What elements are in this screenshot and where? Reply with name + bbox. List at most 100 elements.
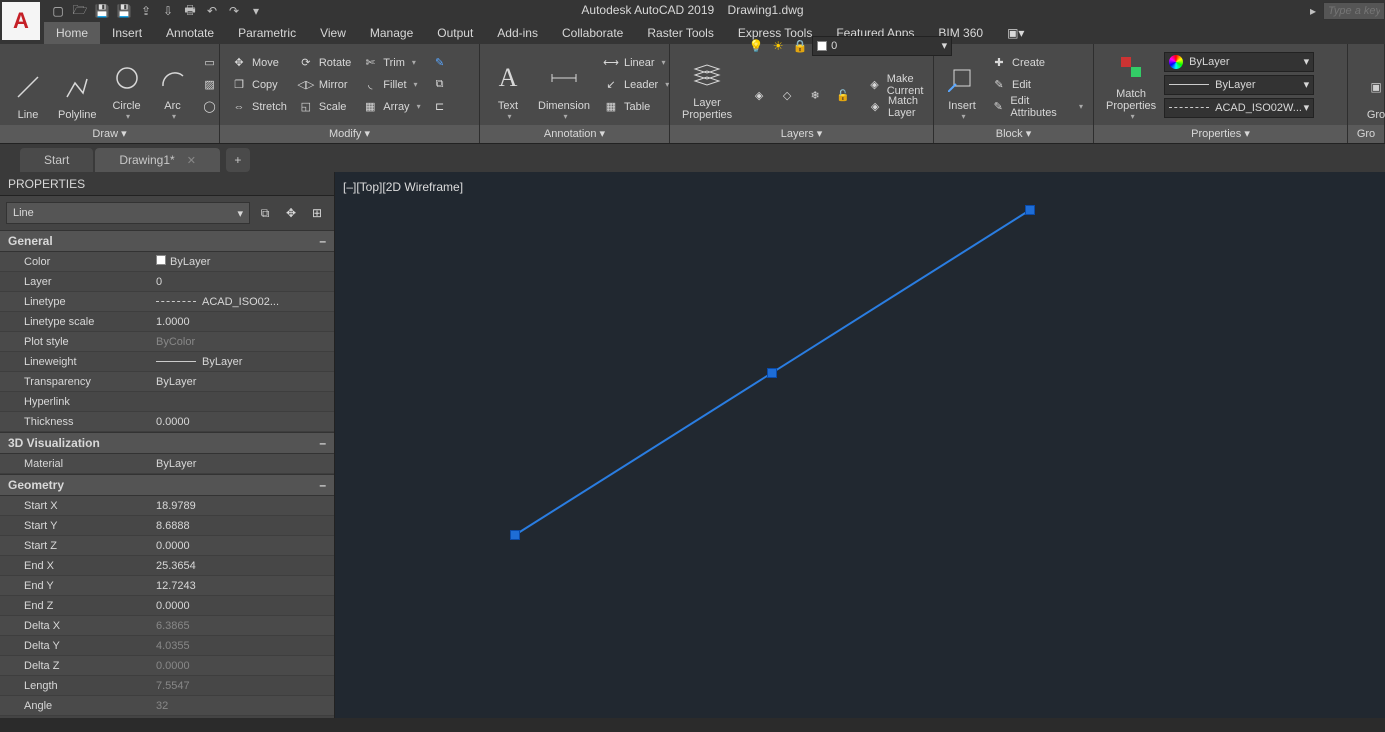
web-mobile-open-icon[interactable]: ⇩ [158,1,178,21]
prop-value[interactable]: 0.0000 [150,416,334,428]
prop-value[interactable]: 32 [150,700,334,712]
erase-button[interactable]: ✎ [427,52,453,74]
insert-button[interactable]: Insert [940,47,984,123]
close-tab-icon[interactable]: ✕ [187,154,196,167]
polyline-button[interactable]: Polyline [52,47,103,123]
prop-value[interactable]: 12.7243 [150,580,334,592]
prop-row[interactable]: TransparencyByLayer [0,372,334,392]
linetype-dropdown[interactable]: ACAD_ISO02W...▾ [1164,98,1314,118]
prop-value[interactable]: 25.3654 [150,560,334,572]
prop-value[interactable]: ByLayer [150,458,334,470]
layer-tool3[interactable]: ❄ [802,85,828,107]
prop-value[interactable]: ByLayer [150,356,334,368]
scale-button[interactable]: ◱Scale [293,96,355,118]
tab-collaborate[interactable]: Collaborate [550,22,635,44]
prop-row[interactable]: Delta Z0.0000 [0,656,334,676]
prop-row[interactable]: End X25.3654 [0,556,334,576]
drawing-tab[interactable]: Drawing1*✕ [95,148,220,172]
prop-row[interactable]: Start X18.9789 [0,496,334,516]
prop-row[interactable]: Hyperlink [0,392,334,412]
undo-icon[interactable]: ↶ [202,1,222,21]
line-end-grip[interactable] [1025,205,1035,215]
prop-row[interactable]: Start Y8.6888 [0,516,334,536]
draw-more3-button[interactable]: ◯ [197,96,223,118]
prop-value[interactable]: 8.6888 [150,520,334,532]
linear-button[interactable]: ⟷Linear [598,52,673,74]
properties-selection-dropdown[interactable]: Line▾ [6,202,250,224]
arc-button[interactable]: Arc [151,47,195,123]
layer-lock-icon[interactable]: 🔒 [790,36,810,56]
fillet-button[interactable]: ◟Fillet [357,74,424,96]
prop-value[interactable]: ByLayer [150,255,334,268]
color-dropdown[interactable]: ByLayer▾ [1164,52,1314,72]
tab-addins[interactable]: Add-ins [485,22,550,44]
prop-value[interactable]: 0.0000 [150,660,334,672]
prop-row[interactable]: Start Z0.0000 [0,536,334,556]
open-icon[interactable]: 🗁 [70,1,90,21]
redo-icon[interactable]: ↷ [224,1,244,21]
trim-button[interactable]: ✄Trim [357,52,424,74]
layerprops-button[interactable]: Layer Properties [676,47,738,123]
create-block-button[interactable]: ✚Create [986,52,1087,74]
prop-section-viz[interactable]: 3D Visualization– [0,432,334,454]
table-button[interactable]: ▦Table [598,96,673,118]
panel-block-title[interactable]: Block ▾ [934,125,1093,143]
prop-row[interactable]: Plot styleByColor [0,332,334,352]
tab-extra-icon[interactable]: ▣▾ [995,22,1036,44]
panel-draw-title[interactable]: Draw ▾ [0,125,219,143]
panel-properties-title[interactable]: Properties ▾ [1094,125,1347,143]
tab-annotate[interactable]: Annotate [154,22,226,44]
panel-groups-title[interactable]: Gro [1348,125,1384,143]
line-mid-grip[interactable] [767,368,777,378]
prop-value[interactable]: 18.9789 [150,500,334,512]
copy-button[interactable]: ❐Copy [226,74,291,96]
prop-row[interactable]: Layer0 [0,272,334,292]
selectobj-icon[interactable]: ⊞ [306,202,328,224]
prop-row[interactable]: ColorByLayer [0,252,334,272]
plot-icon[interactable]: 🖶 [180,1,200,21]
tab-home[interactable]: Home [44,22,100,44]
prop-value[interactable]: 0.0000 [150,600,334,612]
save-icon[interactable]: 💾 [92,1,112,21]
prop-row[interactable]: LinetypeACAD_ISO02... [0,292,334,312]
new-icon[interactable]: ▢ [48,1,68,21]
draw-more2-button[interactable]: ▨ [197,74,223,96]
explode-button[interactable]: ⧉ [427,74,453,96]
prop-value[interactable]: 0 [150,276,334,288]
search-input[interactable] [1323,2,1385,20]
text-button[interactable]: AText [486,47,530,123]
panel-annotation-title[interactable]: Annotation ▾ [480,125,669,143]
prop-section-geometry[interactable]: Geometry– [0,474,334,496]
prop-row[interactable]: MaterialByLayer [0,454,334,474]
prop-row[interactable]: Thickness0.0000 [0,412,334,432]
layer-freeze-icon[interactable]: ☀ [768,36,788,56]
prop-row[interactable]: Angle32 [0,696,334,716]
quickselect-icon[interactable]: ⧉ [254,202,276,224]
search-dropdown-icon[interactable]: ▸ [1303,1,1323,21]
qat-more-icon[interactable]: ▾ [246,1,266,21]
prop-value[interactable]: ACAD_ISO02... [150,296,334,308]
prop-row[interactable]: Delta Y4.0355 [0,636,334,656]
layer-tool2[interactable]: ◇ [774,85,800,107]
move-button[interactable]: ✥Move [226,52,291,74]
group-button[interactable]: ▣Gro [1354,47,1385,123]
tab-output[interactable]: Output [425,22,485,44]
tab-view[interactable]: View [308,22,358,44]
layer-dropdown[interactable]: 0▾ [812,36,952,56]
draw-more1-button[interactable]: ▭ [197,52,223,74]
viewport-label[interactable]: [–][Top][2D Wireframe] [343,180,463,194]
offset-button[interactable]: ⊏ [427,96,453,118]
tab-raster-tools[interactable]: Raster Tools [635,22,725,44]
prop-value[interactable]: 1.0000 [150,316,334,328]
array-button[interactable]: ▦Array [357,96,424,118]
tab-parametric[interactable]: Parametric [226,22,308,44]
prop-row[interactable]: Length7.5547 [0,676,334,696]
prop-value[interactable]: 0.0000 [150,540,334,552]
edit-attr-button[interactable]: ✎Edit Attributes [986,96,1087,118]
prop-value[interactable]: ByLayer [150,376,334,388]
stretch-button[interactable]: ⇔Stretch [226,96,291,118]
prop-row[interactable]: End Z0.0000 [0,596,334,616]
panel-modify-title[interactable]: Modify ▾ [220,125,479,143]
prop-row[interactable]: Delta X6.3865 [0,616,334,636]
saveas-icon[interactable]: 💾 [114,1,134,21]
